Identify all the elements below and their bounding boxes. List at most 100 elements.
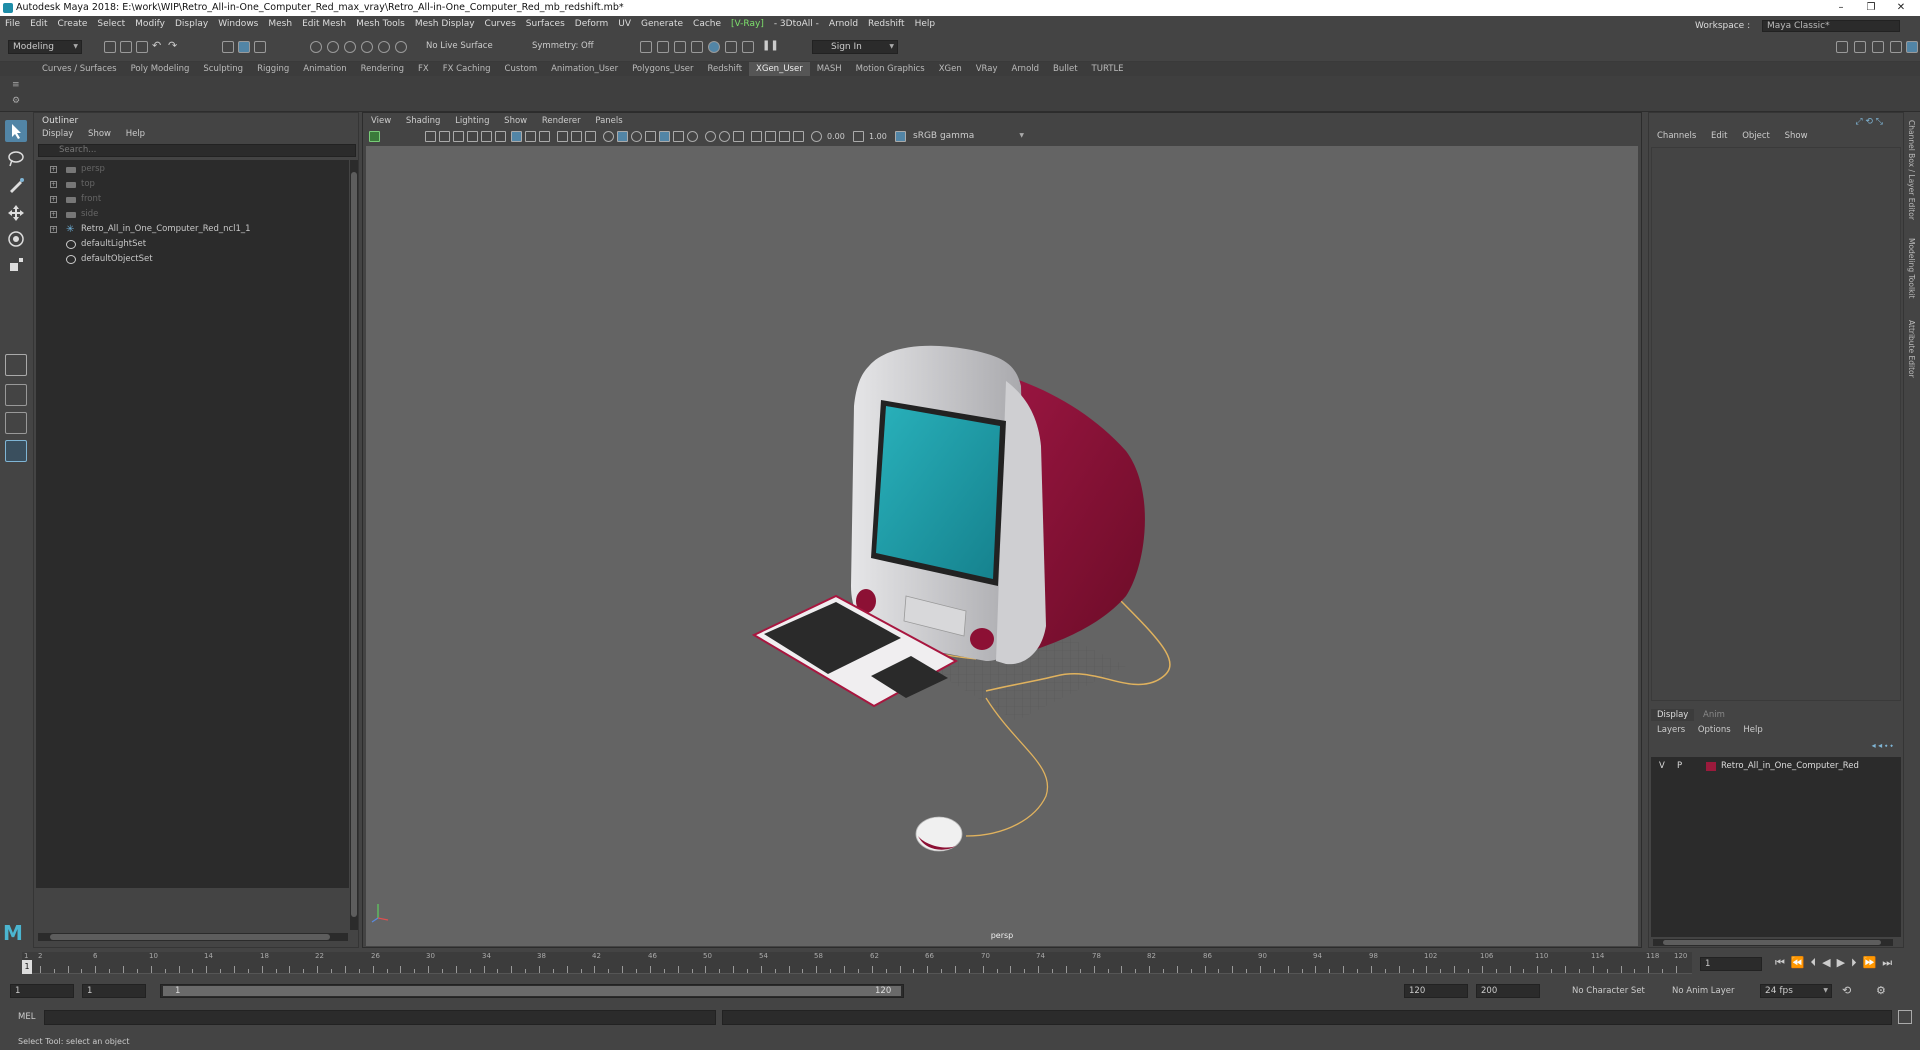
use-all-lights-icon[interactable] <box>673 131 684 142</box>
menu-edit[interactable]: Edit <box>25 16 52 32</box>
resolution-gate-icon[interactable] <box>525 131 536 142</box>
outliner-item[interactable]: + ✳ Retro_All_in_One_Computer_Red_ncl1_1 <box>36 222 349 237</box>
layout-outliner-persp-icon[interactable] <box>5 440 27 462</box>
menu-edit-mesh[interactable]: Edit Mesh <box>297 16 351 32</box>
render-settings-icon[interactable] <box>691 41 703 53</box>
layers-menu[interactable]: Layers <box>1657 725 1685 735</box>
viewport-menu-show[interactable]: Show <box>504 116 527 126</box>
step-back-key-icon[interactable]: ⏪ <box>1791 956 1811 969</box>
channels-menu[interactable]: Channels <box>1657 131 1696 141</box>
shelf-tab-curves-surfaces[interactable]: Curves / Surfaces <box>35 62 124 76</box>
shelf-tab-rendering[interactable]: Rendering <box>354 62 411 76</box>
grid-toggle-icon[interactable] <box>495 131 506 142</box>
shelf-tab-custom[interactable]: Custom <box>498 62 545 76</box>
color-management-icon[interactable] <box>895 131 906 142</box>
animation-start-field[interactable]: 1 <box>10 984 74 998</box>
smooth-shade-icon[interactable] <box>617 131 628 142</box>
layer-action-icons[interactable]: ◂ ◂ ⬩ ⬩ <box>1872 741 1893 751</box>
playback-end-field[interactable]: 120 <box>1404 984 1468 998</box>
expand-icon[interactable]: + <box>50 181 57 188</box>
anim-preferences-icon[interactable]: ⚙ <box>1876 984 1886 997</box>
menu-3dtoall[interactable]: - 3DtoAll - <box>769 16 824 32</box>
viewport-menu-panels[interactable]: Panels <box>595 116 622 126</box>
shelf-tab-animation[interactable]: Animation <box>296 62 353 76</box>
gamma-icon[interactable] <box>853 131 864 142</box>
current-frame-field[interactable]: 1 <box>1700 957 1762 971</box>
shelf-tab-xgen-user[interactable]: XGen_User <box>749 62 810 76</box>
outliner-menu-show[interactable]: Show <box>88 129 111 139</box>
menu-set-dropdown[interactable]: Modeling <box>8 40 82 54</box>
menu-mesh-display[interactable]: Mesh Display <box>410 16 480 32</box>
shelf-tab-turtle[interactable]: TURTLE <box>1085 62 1131 76</box>
redo-icon[interactable]: ↷ <box>168 40 180 53</box>
menu-mesh-tools[interactable]: Mesh Tools <box>351 16 410 32</box>
shelf-tab-arnold[interactable]: Arnold <box>1005 62 1047 76</box>
command-input[interactable] <box>44 1010 716 1025</box>
outliner-item[interactable]: + top <box>36 177 349 192</box>
menu-cache[interactable]: Cache <box>688 16 726 32</box>
shelf-tab-redshift[interactable]: Redshift <box>701 62 750 76</box>
layer-row[interactable]: V P Retro_All_in_One_Computer_Red <box>1651 759 1901 774</box>
screen-space-ao-icon[interactable] <box>705 131 716 142</box>
expand-icon[interactable]: + <box>50 211 57 218</box>
rotate-tool-icon[interactable] <box>5 228 27 250</box>
shelf-tab-bullet[interactable]: Bullet <box>1046 62 1085 76</box>
expand-icon[interactable]: + <box>50 166 57 173</box>
outliner-item[interactable]: + front <box>36 192 349 207</box>
menu-help[interactable]: Help <box>910 16 941 32</box>
snap-point-icon[interactable] <box>344 41 356 53</box>
expand-icon[interactable]: + <box>50 196 57 203</box>
snap-vertex-icon[interactable] <box>395 41 407 53</box>
exposure-value[interactable]: 0.00 <box>827 132 845 141</box>
menu-create[interactable]: Create <box>53 16 93 32</box>
range-slider-bar[interactable]: 1 120 <box>160 984 904 998</box>
shelf-tab-polygons-user[interactable]: Polygons_User <box>625 62 700 76</box>
shadows-icon[interactable] <box>687 131 698 142</box>
light-editor-icon[interactable] <box>742 41 754 53</box>
menu-uv[interactable]: UV <box>613 16 636 32</box>
range-slider-handle[interactable] <box>163 986 901 996</box>
menu-windows[interactable]: Windows <box>213 16 263 32</box>
grease-pencil-icon[interactable] <box>481 131 492 142</box>
outliner-search-input[interactable]: Search... <box>38 144 356 157</box>
script-editor-icon[interactable] <box>1898 1010 1912 1024</box>
character-set-dropdown[interactable]: No Character Set <box>1572 986 1645 996</box>
current-time-marker[interactable]: 1 <box>22 960 32 974</box>
motion-blur-icon[interactable] <box>719 131 730 142</box>
shelf-tab-fx[interactable]: FX <box>411 62 436 76</box>
fps-dropdown[interactable]: 24 fps <box>1760 984 1832 998</box>
outliner-item[interactable]: + side <box>36 207 349 222</box>
layout-four-view-icon[interactable] <box>5 384 27 406</box>
workspace-dropdown[interactable]: Maya Classic* <box>1762 20 1900 32</box>
side-tab-modeling-toolkit[interactable]: Modeling Toolkit <box>1907 238 1916 298</box>
two-d-pan-zoom-icon[interactable] <box>467 131 478 142</box>
snap-grid-icon[interactable] <box>310 41 322 53</box>
menu-surfaces[interactable]: Surfaces <box>521 16 570 32</box>
loop-icon[interactable]: ⟲ <box>1842 984 1851 997</box>
channel-box-toggle-icon[interactable] <box>1906 41 1918 53</box>
layer-horizontal-scrollbar[interactable] <box>1653 939 1893 946</box>
menu-v-ray[interactable]: [V-Ray] <box>726 16 769 32</box>
ipr-render-icon[interactable] <box>674 41 686 53</box>
gate-mask-icon[interactable] <box>539 131 550 142</box>
live-surface-label[interactable]: No Live Surface <box>426 41 493 51</box>
menu-select[interactable]: Select <box>92 16 130 32</box>
script-language-label[interactable]: MEL <box>18 1012 35 1022</box>
layer-name[interactable]: Retro_All_in_One_Computer_Red <box>1721 759 1859 774</box>
outliner-horizontal-scrollbar[interactable] <box>38 933 348 941</box>
outliner-toggle-icon[interactable] <box>1890 41 1902 53</box>
save-scene-icon[interactable] <box>136 41 148 53</box>
render-view-icon[interactable] <box>725 41 737 53</box>
time-slider[interactable]: 1 2 6 10 14 18 22 26 30 34 38 42 46 50 54 58 62 66 70 74 78 8… <box>0 950 1920 978</box>
lasso-tool-icon[interactable] <box>5 148 27 170</box>
shelf-tab-rigging[interactable]: Rigging <box>250 62 296 76</box>
go-to-end-icon[interactable]: ⏭ <box>1882 956 1898 969</box>
move-tool-icon[interactable] <box>5 202 27 224</box>
safe-action-icon[interactable] <box>571 131 582 142</box>
bookmark-icon[interactable] <box>439 131 450 142</box>
shelf-tab-mash[interactable]: MASH <box>810 62 849 76</box>
shelf-tab-poly-modeling[interactable]: Poly Modeling <box>124 62 197 76</box>
layout-two-view-icon[interactable] <box>5 412 27 434</box>
shelf-tab-menu-icon[interactable]: ≡ <box>12 80 20 90</box>
paint-select-tool-icon[interactable] <box>5 174 27 196</box>
